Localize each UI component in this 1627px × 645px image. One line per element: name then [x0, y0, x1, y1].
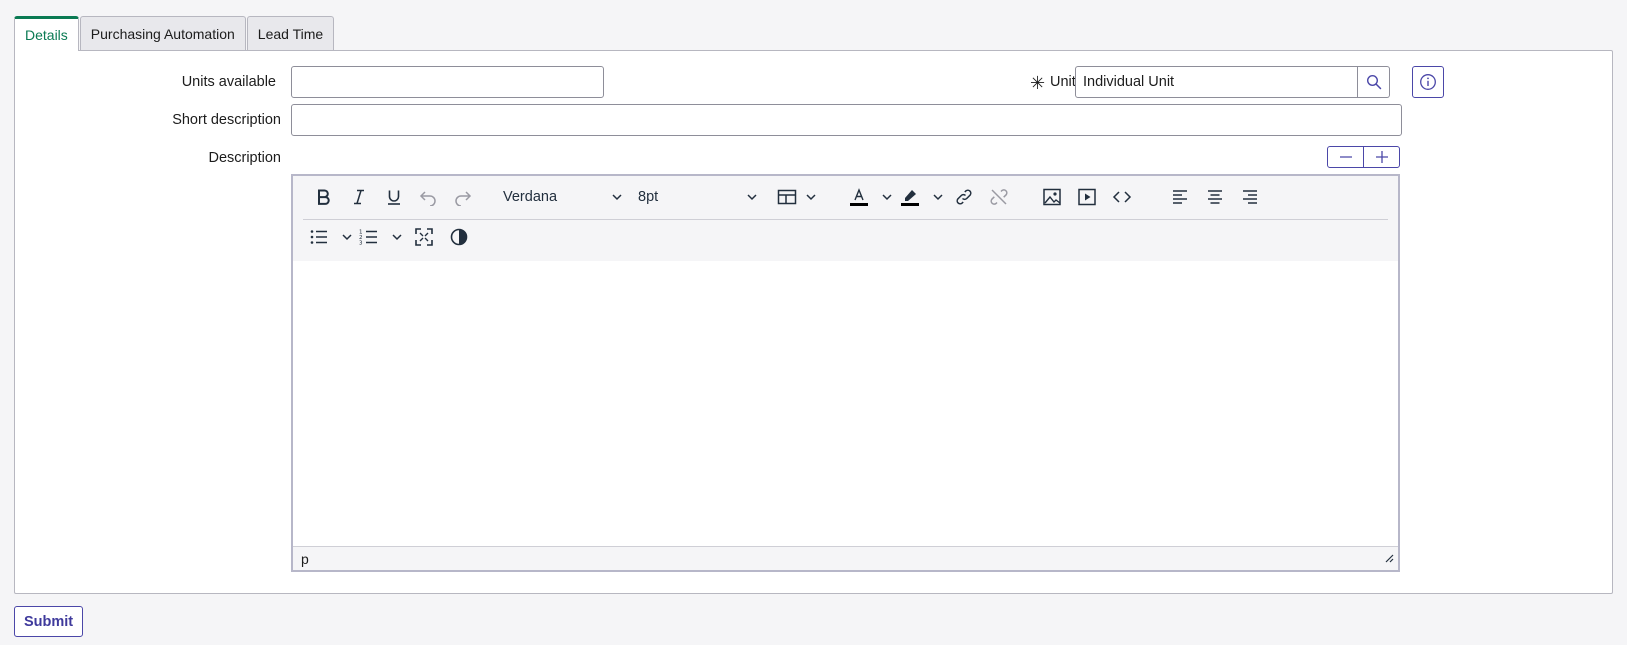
- numbered-list-icon[interactable]: 123: [359, 220, 403, 254]
- unit-input[interactable]: [1075, 66, 1358, 98]
- link-icon[interactable]: [949, 180, 979, 214]
- text-color-icon[interactable]: [849, 180, 893, 214]
- redo-icon[interactable]: [448, 180, 478, 214]
- editor-content-area[interactable]: [293, 261, 1398, 546]
- chevron-down-icon: [747, 194, 757, 201]
- font-family-select[interactable]: Verdana: [503, 180, 623, 214]
- font-size-value: 8pt: [638, 189, 659, 205]
- units-available-input[interactable]: [291, 66, 604, 98]
- fullscreen-icon[interactable]: [409, 220, 439, 254]
- required-marker-icon: ✳: [1030, 73, 1046, 93]
- plus-icon[interactable]: [1363, 147, 1399, 167]
- italic-icon[interactable]: [344, 180, 374, 214]
- short-description-input[interactable]: [291, 104, 1402, 136]
- align-right-icon[interactable]: [1235, 180, 1265, 214]
- resize-handle-icon[interactable]: [1384, 550, 1394, 566]
- bold-icon[interactable]: [309, 180, 339, 214]
- tab-bar: Details Purchasing Automation Lead Time: [14, 16, 335, 51]
- editor-statusbar: p: [293, 546, 1398, 570]
- media-icon[interactable]: [1072, 180, 1102, 214]
- editor-zoom-controls: [1327, 146, 1400, 168]
- tab-lead-time[interactable]: Lead Time: [246, 16, 335, 50]
- align-left-icon[interactable]: [1165, 180, 1195, 214]
- units-available-label: Units available: [181, 74, 276, 90]
- align-center-icon[interactable]: [1200, 180, 1230, 214]
- element-path[interactable]: p: [301, 551, 309, 567]
- contrast-icon[interactable]: [444, 220, 474, 254]
- minus-icon[interactable]: [1328, 147, 1363, 167]
- font-family-value: Verdana: [503, 189, 558, 205]
- chevron-down-icon: [612, 194, 622, 201]
- tab-details[interactable]: Details: [14, 16, 79, 51]
- editor-toolbar: Verdana 8pt 1 2 3: [293, 176, 1398, 261]
- description-label: Description: [208, 150, 281, 166]
- submit-button[interactable]: Submit: [14, 606, 84, 637]
- font-size-select[interactable]: 8pt: [638, 180, 758, 214]
- unit-reference-field: [1075, 66, 1390, 98]
- info-icon[interactable]: [1412, 66, 1444, 98]
- svg-text:3: 3: [359, 241, 363, 247]
- underline-icon[interactable]: [379, 180, 409, 214]
- short-description-label: Short description: [172, 112, 281, 128]
- undo-icon[interactable]: [413, 180, 443, 214]
- description-rich-text-editor: Verdana 8pt 1 2 3 p: [291, 174, 1400, 572]
- image-icon[interactable]: [1037, 180, 1067, 214]
- search-icon[interactable]: [1358, 66, 1390, 98]
- highlight-color-icon[interactable]: [900, 180, 944, 214]
- unlink-icon[interactable]: [984, 180, 1014, 214]
- tab-purchasing-automation[interactable]: Purchasing Automation: [79, 16, 246, 50]
- code-icon[interactable]: [1107, 180, 1137, 214]
- table-icon[interactable]: [777, 180, 817, 214]
- bullet-list-icon[interactable]: [309, 220, 353, 254]
